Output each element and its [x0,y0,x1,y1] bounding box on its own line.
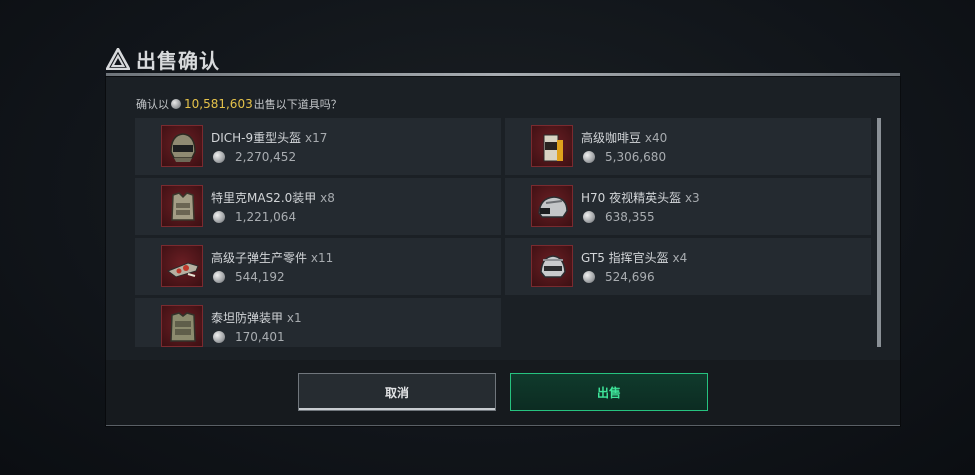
list-item: 泰坦防弹装甲 x1 170,401 [135,298,501,347]
ammo-parts-icon [161,245,203,287]
item-name: 高级咖啡豆 x40 [581,131,668,145]
titan-armor-icon [161,305,203,347]
list-item: H70 夜视精英头盔 x3 638,355 [505,178,871,235]
list-item: 特里克MAS2.0装甲 x8 1,221,064 [135,178,501,235]
dialog-footer [106,360,900,425]
body-armor-icon [161,185,203,227]
dialog-title: 出售确认 [136,48,220,73]
coin-icon [213,271,225,283]
heavy-helmet-icon [161,125,203,167]
list-item: GT5 指挥官头盔 x4 524,696 [505,238,871,295]
item-name: 特里克MAS2.0装甲 x8 [211,191,335,205]
scrollbar-thumb[interactable] [877,118,881,347]
item-price: 544,192 [235,270,285,284]
item-name: 泰坦防弹装甲 x1 [211,311,302,325]
confirm-suffix: 出售以下道具吗？ [253,98,342,111]
item-price: 5,306,680 [605,150,667,164]
sell-confirm-dialog: 确认以 10,581,603 出售以下道具吗？ DICH-9重型头盔 x17 2… [106,77,900,426]
confirm-message: 确认以 10,581,603 出售以下道具吗？ [136,96,342,112]
sell-button[interactable]: 出售 [510,373,708,411]
item-price: 638,355 [605,210,655,224]
coin-icon [213,331,225,343]
commander-helmet-icon [531,245,573,287]
list-item: DICH-9重型头盔 x17 2,270,452 [135,118,501,175]
sell-item-list[interactable]: DICH-9重型头盔 x17 2,270,452 高级咖啡豆 x40 5,306… [135,118,881,347]
item-price: 2,270,452 [235,150,297,164]
item-name: DICH-9重型头盔 x17 [211,131,328,145]
item-name: GT5 指挥官头盔 x4 [581,251,688,265]
item-price: 1,221,064 [235,210,297,224]
list-item: 高级子弹生产零件 x11 544,192 [135,238,501,295]
coin-icon [583,271,595,283]
coin-icon [583,151,595,163]
coin-icon [213,211,225,223]
coin-icon [171,99,181,109]
warning-triangle-icon [106,48,130,70]
cancel-button[interactable]: 取消 [298,373,496,411]
coin-icon [583,211,595,223]
title-divider [106,73,900,76]
coffee-beans-icon [531,125,573,167]
confirm-prefix: 确认以 [136,98,169,111]
dialog-title-bar: 出售确认 [106,44,220,74]
item-price: 524,696 [605,270,655,284]
night-vision-helmet-icon [531,185,573,227]
coin-icon [213,151,225,163]
item-name: H70 夜视精英头盔 x3 [581,191,700,205]
item-name: 高级子弹生产零件 x11 [211,251,334,265]
total-price: 10,581,603 [184,97,253,111]
list-item: 高级咖啡豆 x40 5,306,680 [505,118,871,175]
item-price: 170,401 [235,330,285,344]
